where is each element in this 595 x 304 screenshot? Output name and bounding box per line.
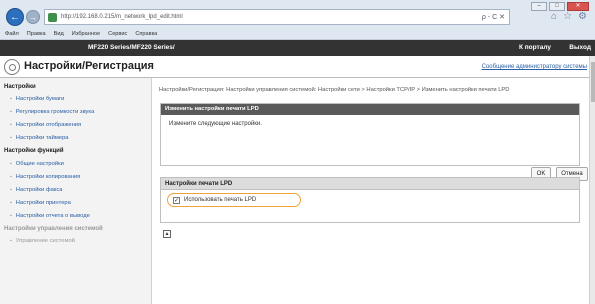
sidebar-item-volume[interactable]: Регулировка громкости звука: [10, 109, 95, 115]
use-lpd-checkbox-row[interactable]: ✓ Использовать печать LPD: [167, 193, 301, 207]
sidebar-item-display[interactable]: Настройки отображения: [10, 122, 81, 128]
sidebar-item-printer[interactable]: Настройки принтера: [10, 200, 71, 206]
lpd-settings-title: Настройки печати LPD: [161, 178, 579, 190]
menu-file[interactable]: Файл: [5, 31, 19, 37]
admin-message-link[interactable]: Сообщение администратору системы: [482, 64, 587, 70]
address-text: http://192.168.0.215/m_network_lpd_edit.…: [61, 14, 183, 20]
maximize-icon[interactable]: □: [549, 2, 565, 11]
page-title: Настройки/Регистрация: [24, 60, 154, 72]
sidebar-item-timer[interactable]: Настройки таймера: [10, 135, 69, 141]
breadcrumb: Настройки/Регистрация: Настройки управле…: [159, 87, 510, 93]
home-icon[interactable]: ⌂: [551, 11, 557, 22]
favorites-star-icon[interactable]: ☆: [563, 11, 572, 22]
close-icon[interactable]: ✕: [567, 2, 589, 11]
sidebar-section-functions[interactable]: Настройки функций: [4, 148, 64, 154]
sidebar-item-common[interactable]: Общие настройки: [10, 161, 64, 167]
edit-lpd-panel: Изменить настройки печати LPD Измените с…: [160, 103, 588, 181]
use-lpd-label: Использовать печать LPD: [184, 197, 257, 203]
browser-titlebar: – □ ✕ ← → http://192.168.0.215/m_network…: [0, 0, 595, 40]
page-scrollbar[interactable]: [589, 56, 595, 304]
site-icon: [48, 13, 57, 22]
scrollbar-thumb[interactable]: [591, 62, 595, 102]
use-lpd-checkbox[interactable]: ✓: [173, 196, 180, 204]
logout-link[interactable]: Выход: [569, 44, 591, 51]
address-bar[interactable]: http://192.168.0.215/m_network_lpd_edit.…: [44, 9, 510, 25]
sidebar-section-system[interactable]: Настройки управления системой: [4, 226, 103, 232]
address-tools[interactable]: ρ - C ✕: [482, 13, 505, 21]
sidebar-item-output-report[interactable]: Настройки отчета о выводе: [10, 213, 90, 219]
settings-gear-icon: [4, 59, 20, 75]
sidebar-section-settings[interactable]: Настройки: [4, 84, 36, 90]
back-arrow-icon[interactable]: ←: [6, 8, 24, 26]
sidebar-item-copy[interactable]: Настройки копирования: [10, 174, 81, 180]
sidebar-item-system-management[interactable]: Управление системой: [10, 238, 75, 244]
browser-toolbar: ⌂ ☆ ⚙: [551, 11, 587, 22]
forward-arrow-icon[interactable]: →: [26, 10, 40, 24]
window-controls: – □ ✕: [531, 2, 589, 11]
menu-bar: Файл Правка Вид Избранное Сервис Справка: [0, 28, 595, 40]
device-bar: MF220 Series/MF220 Series/ К порталу Вых…: [0, 40, 595, 56]
panel-title: Изменить настройки печати LPD: [161, 104, 579, 115]
scroll-to-top-icon[interactable]: ▲: [163, 230, 171, 238]
menu-tools[interactable]: Сервис: [108, 31, 127, 37]
panel-instruction: Измените следующие настройки.: [169, 121, 262, 127]
menu-edit[interactable]: Правка: [27, 31, 46, 37]
device-name: MF220 Series/MF220 Series/: [88, 44, 175, 51]
settings-gear-icon[interactable]: ⚙: [578, 11, 587, 22]
sidebar-item-fax[interactable]: Настройки факса: [10, 187, 63, 193]
minimize-icon[interactable]: –: [531, 2, 547, 11]
sidebar-item-paper[interactable]: Настройки бумаги: [10, 96, 65, 102]
menu-view[interactable]: Вид: [54, 31, 64, 37]
menu-help[interactable]: Справка: [135, 31, 157, 37]
menu-favorites[interactable]: Избранное: [72, 31, 100, 37]
page-header: Настройки/Регистрация Сообщение админист…: [0, 56, 595, 78]
portal-link[interactable]: К порталу: [519, 44, 551, 51]
sidebar: Настройки Настройки бумаги Регулировка г…: [0, 78, 152, 304]
lpd-settings-panel: Настройки печати LPD ✓ Использовать печа…: [160, 177, 580, 223]
